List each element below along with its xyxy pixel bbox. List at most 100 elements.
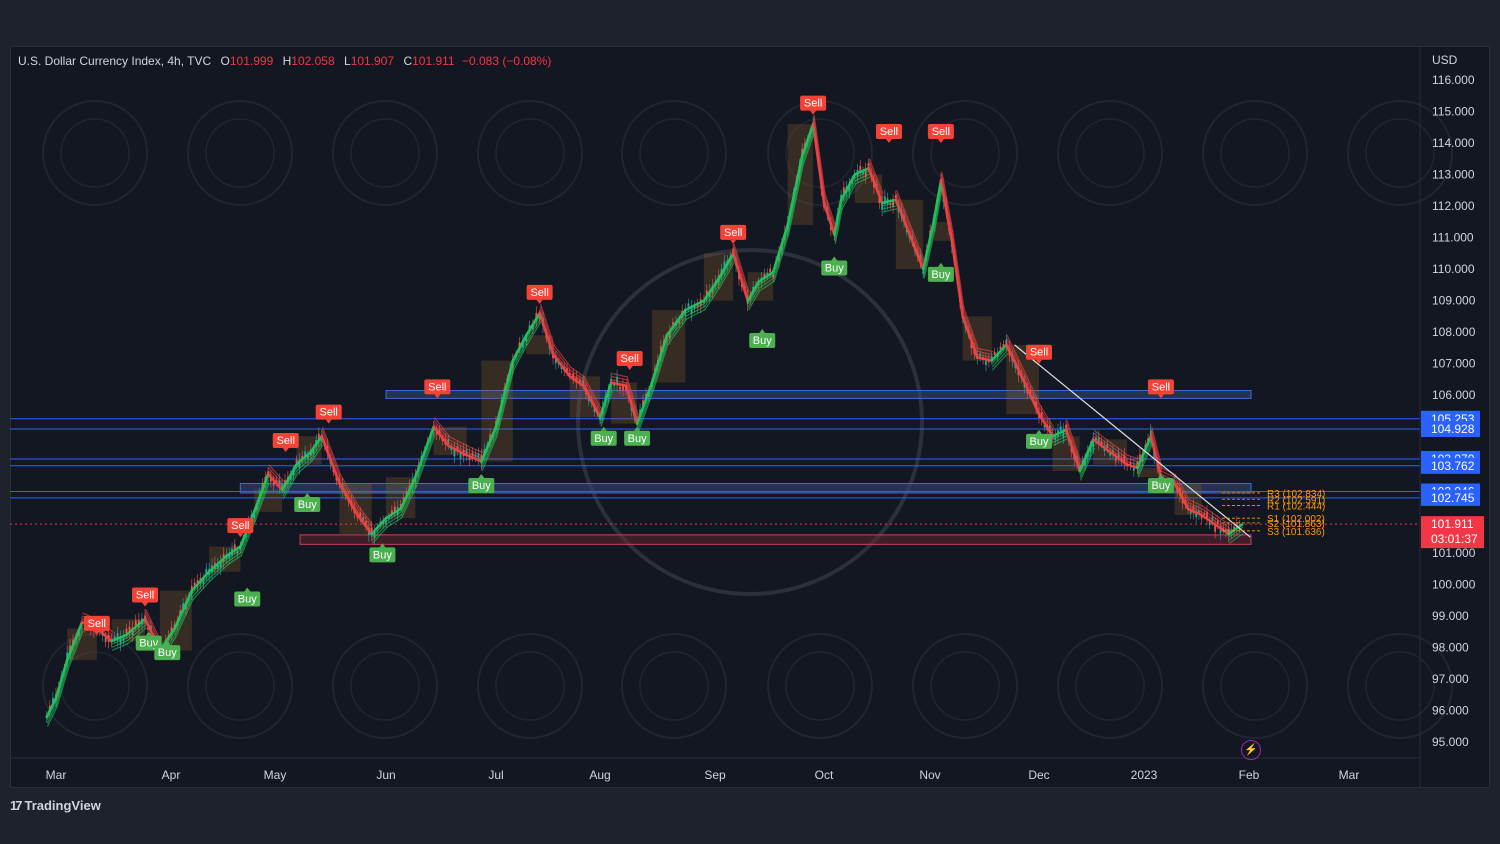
signal-label: Buy <box>373 549 392 561</box>
watermark-seal-inner <box>205 651 275 721</box>
x-tick-label: Mar <box>1339 768 1360 782</box>
signal-label: Buy <box>1151 480 1170 492</box>
level-badge-label: 103.762 <box>1431 459 1475 473</box>
price-chart[interactable]: Sell Sell Buy Buy Buy Sell Sell Sell Buy Buy Sell B… <box>10 46 1490 788</box>
signal-label: Sell <box>428 381 446 393</box>
buy-signal: Buy <box>821 256 848 276</box>
signal-label: Sell <box>1030 347 1048 359</box>
x-tick-label: Feb <box>1239 768 1260 782</box>
signal-pointer <box>1036 429 1042 434</box>
x-tick-label: Sep <box>704 768 726 782</box>
sell-signal: Sell <box>526 284 553 304</box>
ma-ribbon-segment <box>731 252 749 302</box>
ma-ribbon-segment <box>321 429 341 479</box>
ma-ribbon-segment <box>321 432 341 482</box>
ma-ribbon-segment <box>611 373 628 378</box>
signal-label: Buy <box>1030 436 1049 448</box>
signal-label: Sell <box>804 98 822 110</box>
signal-pointer <box>282 447 289 452</box>
signal-pointer <box>237 533 244 538</box>
signal-label: Buy <box>825 263 844 275</box>
signal-label: Buy <box>238 594 257 606</box>
ma-ribbon-segment <box>320 434 341 485</box>
watermark-seal <box>332 633 438 739</box>
signal-pointer <box>244 587 251 592</box>
watermark-seal <box>1057 633 1163 739</box>
high-value: 102.058 <box>291 54 335 68</box>
signal-pointer <box>626 366 633 371</box>
ma-ribbon <box>45 114 1244 727</box>
x-tick-label: May <box>264 768 287 782</box>
open-value: 101.999 <box>229 54 274 68</box>
close-value: 101.911 <box>412 54 455 68</box>
signal-pointer <box>937 262 944 267</box>
x-tick-label: Jun <box>376 768 395 782</box>
ma-ribbon-segment <box>811 122 826 205</box>
sell-signal: Sell <box>272 432 299 452</box>
tradingview-brand[interactable]: 17 TradingView <box>10 798 101 813</box>
watermark-seal-inner <box>60 118 130 188</box>
tradingview-logo-icon: 17 <box>10 798 23 813</box>
watermark-seal <box>912 633 1018 739</box>
signal-pointer <box>304 492 311 497</box>
y-tick-label: 99.000 <box>1432 609 1469 623</box>
y-tick-label: 100.000 <box>1432 577 1476 591</box>
signal-label: Buy <box>628 433 647 445</box>
ma-ribbon-segment <box>415 429 435 481</box>
y-tick-label: 115.000 <box>1432 105 1475 119</box>
sell-signal: Sell <box>800 95 827 115</box>
close-label: C <box>403 54 413 68</box>
candle-body <box>1114 457 1117 462</box>
signal-label: Sell <box>621 353 639 365</box>
y-tick-label: 114.000 <box>1432 136 1475 150</box>
currency-label[interactable]: USD <box>1432 53 1457 67</box>
watermark-seal <box>621 633 727 739</box>
x-tick-label: Nov <box>919 768 940 782</box>
buy-signal: Buy <box>468 474 495 494</box>
low-value: 101.907 <box>350 54 395 68</box>
y-tick-label: 110.000 <box>1432 262 1475 276</box>
watermark-seal <box>187 633 293 739</box>
watermark-seal-inner <box>350 651 420 721</box>
watermark-seal-inner <box>1075 118 1145 188</box>
watermark-seal-inner <box>1365 118 1435 188</box>
buy-signal: Buy <box>1026 429 1052 449</box>
high-label: H <box>282 54 292 68</box>
ma-ribbon-segment <box>952 231 965 309</box>
ma-ribbon-segment <box>813 117 826 198</box>
lightning-icon[interactable]: ⚡ <box>1241 740 1261 760</box>
ma-ribbon-segment <box>991 347 1008 365</box>
x-tick-label: Aug <box>589 768 610 782</box>
ma-ribbon-segment <box>611 376 628 381</box>
y-tick-label: 109.000 <box>1432 294 1476 308</box>
watermark-layer <box>42 100 1453 739</box>
ma-ribbon-segment <box>732 249 749 299</box>
x-tick-label: Mar <box>46 768 67 782</box>
support-resistance-zone <box>385 390 1252 399</box>
watermark-seal <box>767 633 873 739</box>
ma-ribbon-segment <box>635 381 654 425</box>
watermark-seal-inner <box>1365 651 1435 721</box>
pivot-label: R1 (102.444) <box>1267 502 1325 513</box>
support-resistance-zone <box>299 534 1252 545</box>
candle-body <box>993 352 996 356</box>
y-tick-label: 98.000 <box>1432 640 1469 654</box>
level-badge-label: 104.928 <box>1431 422 1475 436</box>
buy-signal: Buy <box>624 426 651 446</box>
candle-body <box>687 303 690 308</box>
watermark-seal-inner <box>930 651 1000 721</box>
symbol-name[interactable]: U.S. Dollar Currency Index, 4h, TVC <box>18 54 211 68</box>
signal-label: Sell <box>724 227 742 239</box>
ma-ribbon-segment <box>882 208 898 213</box>
buy-signal: Buy <box>234 587 261 607</box>
watermark-seal-inner <box>785 651 855 721</box>
ma-ribbon-segment <box>512 337 528 365</box>
sell-signal: Sell <box>927 124 954 144</box>
signal-label: Buy <box>298 499 317 511</box>
candle-body <box>769 268 772 273</box>
symbol-legend: U.S. Dollar Currency Index, 4h, TVC O101… <box>18 54 551 68</box>
watermark-seal <box>1202 100 1308 206</box>
watermark-seal <box>42 100 148 206</box>
signal-pointer <box>759 329 766 334</box>
signal-label: Buy <box>753 335 772 347</box>
